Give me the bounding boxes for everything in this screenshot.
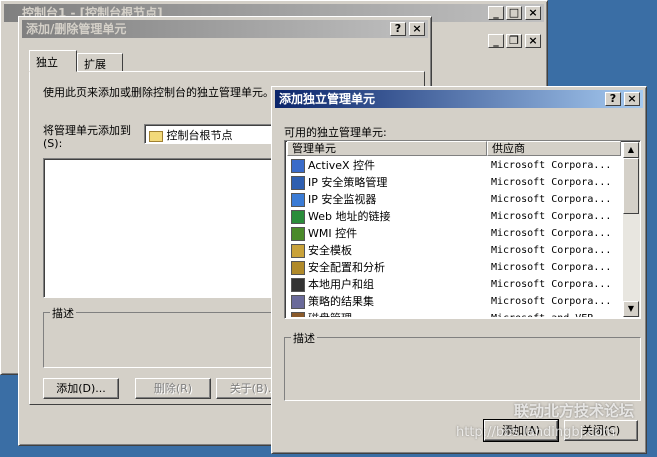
minimize-button[interactable]: _ [488,6,504,20]
column-header-vendor[interactable]: 供应商 [487,141,621,156]
snapin-row[interactable]: 策略的结果集 Microsoft Corpora... [287,293,621,310]
snapin-row[interactable]: 磁盘管理 Microsoft and VER... [287,310,621,317]
add-button[interactable]: 添加(D)... [43,378,119,399]
snapin-name: 策略的结果集 [308,295,374,308]
snapin-name: 本地用户和组 [308,278,374,291]
snapin-name: Web 地址的链接 [308,210,391,223]
snapin-row[interactable]: 安全配置和分析 Microsoft Corpora... [287,259,621,276]
close-button[interactable]: × [624,92,640,106]
add-standalone-dialog: 添加独立管理单元 ? × 可用的独立管理单元: 管理单元 供应商 ActiveX… [271,86,647,454]
snapin-name: 安全模板 [308,244,352,257]
vertical-scrollbar[interactable]: ▲ ▼ [623,142,640,317]
local-users-icon [291,278,305,292]
add-standalone-title: 添加独立管理单元 [279,92,376,106]
tab-standalone-label: 独立 [36,56,58,69]
watermark: 联动北方技术论坛 http://bbs.landingbj.com [456,400,650,440]
rsop-icon [291,295,305,309]
snapin-row[interactable]: 本地用户和组 Microsoft Corpora... [287,276,621,293]
inner-restore-button[interactable]: ❐ [506,34,522,48]
tab-extensions[interactable]: 扩展 [77,53,123,72]
snapin-rows: ActiveX 控件 Microsoft Corpora... IP 安全策略管理 M… [287,157,621,317]
snapin-vendor: Microsoft Corpora... [491,296,612,307]
available-label: 可用的独立管理单元: [284,126,387,139]
close-button[interactable]: × [525,6,541,20]
scroll-up-button[interactable]: ▲ [623,142,639,158]
snapin-name: ActiveX 控件 [308,159,376,172]
folder-icon [149,130,163,142]
maximize-button[interactable]: □ [506,6,522,20]
add-to-value: 控制台根节点 [166,129,233,142]
snapin-row[interactable]: Web 地址的链接 Microsoft Corpora... [287,208,621,225]
snapin-name: WMI 控件 [308,227,358,240]
snapin-vendor: Microsoft Corpora... [491,262,612,273]
describe-label: 描述 [50,305,76,321]
snapin-row[interactable]: ActiveX 控件 Microsoft Corpora... [287,157,621,174]
help-button[interactable]: ? [605,92,621,106]
scroll-thumb[interactable] [623,158,639,214]
snapin-vendor: Microsoft Corpora... [491,194,612,205]
security-template-icon [291,244,305,258]
add-remove-titlebar: 添加/删除管理单元 ? × [22,20,428,38]
ip-security-monitor-icon [291,193,305,207]
add-to-label: 将管理单元添加到(S): [43,124,131,150]
snapin-name: IP 安全策略管理 [308,176,388,189]
describe-groupbox: 描述 [284,330,641,401]
snapin-vendor: Microsoft Corpora... [491,177,612,188]
snapin-row[interactable]: IP 安全监视器 Microsoft Corpora... [287,191,621,208]
add-standalone-titlebar: 添加独立管理单元 ? × [275,90,643,108]
snapin-vendor: Microsoft Corpora... [491,228,612,239]
remove-button[interactable]: 删除(R) [135,378,211,399]
column-header-snapin[interactable]: 管理单元 [287,141,487,156]
watermark-title: 联动北方技术论坛 [514,402,635,420]
snapin-vendor: Microsoft Corpora... [491,211,612,222]
help-button[interactable]: ? [390,22,406,36]
web-link-icon [291,210,305,224]
inner-close-button[interactable]: × [525,34,541,48]
snapin-vendor: Microsoft and VER... [491,310,611,317]
wmi-icon [291,227,305,241]
disk-management-icon [291,312,305,317]
snapin-row[interactable]: WMI 控件 Microsoft Corpora... [287,225,621,242]
security-config-icon [291,261,305,275]
panel-description: 使用此页来添加或删除控制台的独立管理单元。 [43,86,274,99]
tab-extensions-label: 扩展 [84,58,106,71]
snapin-vendor: Microsoft Corpora... [491,245,612,256]
snapin-name: IP 安全监视器 [308,193,377,206]
tab-standalone[interactable]: 独立 [29,50,77,72]
snapin-row[interactable]: IP 安全策略管理 Microsoft Corpora... [287,174,621,191]
describe-label: 描述 [291,330,317,346]
inner-minimize-button[interactable]: _ [488,34,504,48]
available-snapin-list[interactable]: 管理单元 供应商 ActiveX 控件 Microsoft Corpora... I… [284,140,641,319]
snapin-vendor: Microsoft Corpora... [491,160,612,171]
snapin-vendor: Microsoft Corpora... [491,279,612,290]
snapin-name: 磁盘管理 [308,312,352,317]
ip-security-policy-icon [291,176,305,190]
activex-icon [291,159,305,173]
scroll-down-button[interactable]: ▼ [623,301,639,317]
watermark-url: http://bbs.landingbj.com [456,425,616,440]
snapin-row[interactable]: 安全模板 Microsoft Corpora... [287,242,621,259]
close-button[interactable]: × [409,22,425,36]
add-remove-title: 添加/删除管理单元 [26,22,127,36]
snapin-name: 安全配置和分析 [308,261,385,274]
